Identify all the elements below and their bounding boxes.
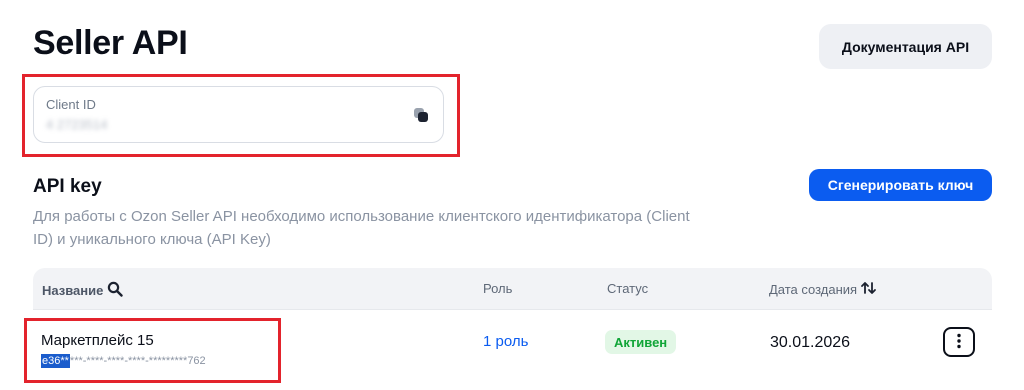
key-row-highlight bbox=[24, 318, 281, 383]
client-id-field[interactable]: Client ID 4 2723514 bbox=[33, 86, 444, 143]
kebab-menu-icon bbox=[957, 333, 961, 352]
generate-key-button[interactable]: Сгенерировать ключ bbox=[809, 169, 992, 201]
page-title: Seller API bbox=[33, 24, 188, 62]
sort-icon[interactable] bbox=[861, 281, 877, 298]
client-id-value: 4 2723514 bbox=[46, 117, 108, 132]
column-created-header[interactable]: Дата создания bbox=[769, 281, 877, 298]
masked-api-key-rest: ***-****-****-****-*********762 bbox=[69, 355, 206, 367]
search-icon[interactable] bbox=[107, 281, 124, 300]
copy-icon[interactable] bbox=[413, 107, 429, 123]
column-status-header: Статус bbox=[607, 281, 649, 296]
masked-api-key-selected: e36** bbox=[41, 354, 70, 368]
table-header: Название Роль Статус Дата создания bbox=[33, 268, 992, 310]
api-key-title: API key bbox=[33, 176, 102, 197]
key-name: Маркетплейс 15 bbox=[41, 332, 154, 349]
api-docs-button[interactable]: Документация API bbox=[819, 24, 992, 69]
column-name-label: Название bbox=[42, 283, 104, 298]
more-actions-button[interactable] bbox=[943, 327, 975, 357]
client-id-label: Client ID bbox=[46, 97, 96, 112]
column-created-label: Дата создания bbox=[769, 282, 858, 297]
column-role-header: Роль bbox=[483, 281, 513, 296]
row-divider bbox=[33, 309, 992, 310]
masked-api-key[interactable]: e36** ***-****-****-****-*********762 bbox=[41, 354, 206, 368]
status-badge: Активен bbox=[605, 330, 677, 354]
column-name-header[interactable]: Название bbox=[42, 281, 124, 300]
api-key-description: Для работы с Ozon Seller API необходимо … bbox=[33, 208, 690, 248]
created-date: 30.01.2026 bbox=[770, 334, 851, 351]
role-link[interactable]: 1 роль bbox=[483, 333, 528, 350]
